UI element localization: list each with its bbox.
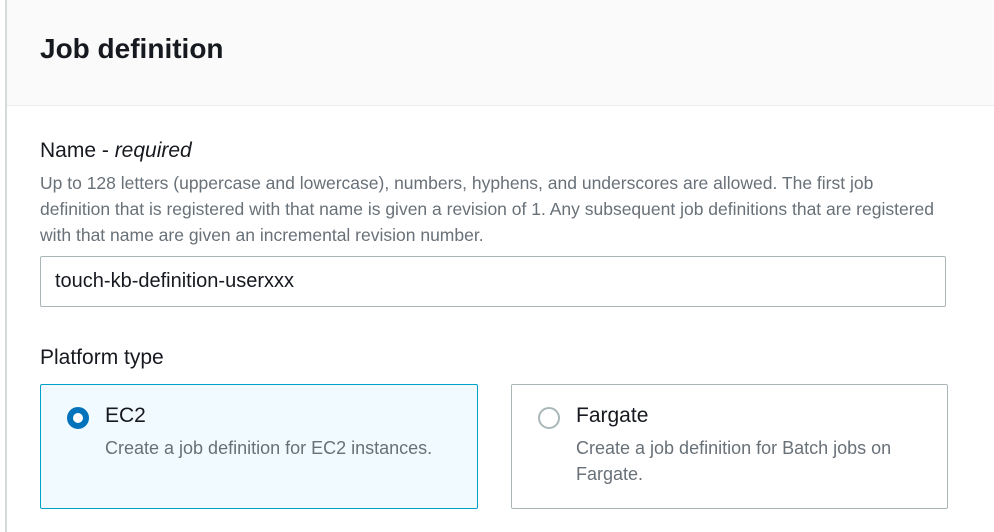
platform-option-ec2[interactable]: EC2 Create a job definition for EC2 inst… — [40, 384, 478, 509]
radio-selected-icon[interactable] — [67, 407, 89, 429]
platform-option-fargate[interactable]: Fargate Create a job definition for Batc… — [511, 384, 948, 509]
name-label-text: Name - — [40, 139, 115, 162]
page-title: Job definition — [40, 33, 224, 64]
job-definition-panel: Job definition Name - required Up to 128… — [5, 0, 994, 532]
option-description: Create a job definition for EC2 instance… — [105, 438, 433, 458]
panel-header: Job definition — [7, 0, 994, 106]
required-marker: required — [114, 139, 192, 162]
name-input[interactable] — [40, 256, 946, 307]
radio-unselected-icon[interactable] — [538, 407, 560, 429]
platform-type-label: Platform type — [40, 346, 164, 369]
name-label: Name - required — [40, 139, 192, 163]
name-description: Up to 128 letters (uppercase and lowerca… — [40, 173, 934, 245]
option-title: EC2 — [105, 404, 146, 427]
option-description: Create a job definition for Batch jobs o… — [576, 438, 892, 484]
option-title: Fargate — [576, 404, 649, 427]
